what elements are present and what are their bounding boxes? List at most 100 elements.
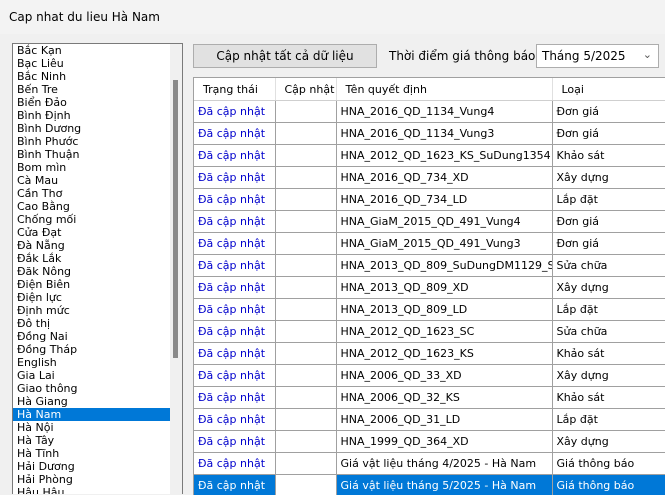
province-list-item[interactable]: Hải Dương — [13, 460, 182, 473]
status-cell[interactable]: Đã cập nhật — [194, 365, 275, 387]
decision-name-cell[interactable]: HNA_2016_QD_734_XD — [336, 167, 552, 189]
province-list[interactable]: Bắc KạnBạc LiêuBắc NinhBến TreBiển ĐảoBì… — [12, 43, 183, 494]
province-list-item[interactable]: Định mức — [13, 304, 182, 317]
type-cell[interactable]: Đơn giá — [552, 123, 665, 145]
type-cell[interactable]: Xây dựng — [552, 431, 665, 453]
status-cell[interactable]: Đã cập nhật — [194, 387, 275, 409]
table-row[interactable]: Đã cập nhậtHNA_2016_QD_1134_Vung4Đơn giá — [194, 101, 665, 123]
province-list-item[interactable]: Hà Giang — [13, 395, 182, 408]
update-cell[interactable] — [275, 233, 336, 255]
province-list-item[interactable]: Điện Biên — [13, 278, 182, 291]
type-cell[interactable]: Xây dựng — [552, 277, 665, 299]
province-list-item[interactable]: Hà Tĩnh — [13, 447, 182, 460]
province-list-item[interactable]: Gia Lai — [13, 369, 182, 382]
decision-name-cell[interactable]: HNA_1999_QD_364_XD — [336, 431, 552, 453]
province-list-item[interactable]: Giao thông — [13, 382, 182, 395]
table-row[interactable]: Đã cập nhậtHNA_2013_QD_809_LDLắp đặt — [194, 299, 665, 321]
update-cell[interactable] — [275, 453, 336, 475]
province-list-item[interactable]: Bình Thuận — [13, 148, 182, 161]
status-cell[interactable]: Đã cập nhật — [194, 211, 275, 233]
type-cell[interactable]: Đơn giá — [552, 211, 665, 233]
update-cell[interactable] — [275, 189, 336, 211]
province-list-item[interactable]: Đăk Nông — [13, 265, 182, 278]
update-cell[interactable] — [275, 101, 336, 123]
status-cell[interactable]: Đã cập nhật — [194, 431, 275, 453]
province-list-item[interactable]: Hà Tây — [13, 434, 182, 447]
update-cell[interactable] — [275, 277, 336, 299]
province-list-item[interactable]: Bến Tre — [13, 83, 182, 96]
column-header-update[interactable]: Cập nhật — [275, 78, 336, 101]
decision-name-cell[interactable]: HNA_2016_QD_1134_Vung3 — [336, 123, 552, 145]
type-cell[interactable]: Khảo sát — [552, 343, 665, 365]
province-list-item[interactable]: Hậu Hậu — [13, 486, 182, 494]
column-header-type[interactable]: Loại — [552, 78, 665, 101]
status-cell[interactable]: Đã cập nhật — [194, 409, 275, 431]
province-list-item[interactable]: Hà Nam — [13, 408, 182, 421]
decision-name-cell[interactable]: HNA_2013_QD_809_LD — [336, 299, 552, 321]
status-cell[interactable]: Đã cập nhật — [194, 299, 275, 321]
province-list-item[interactable]: Chống mối — [13, 213, 182, 226]
column-header-status[interactable]: Trạng thái — [194, 78, 275, 101]
decision-name-cell[interactable]: Giá vật liệu tháng 4/2025 - Hà Nam — [336, 453, 552, 475]
province-list-item[interactable]: Bình Phước — [13, 135, 182, 148]
update-cell[interactable] — [275, 167, 336, 189]
decision-name-cell[interactable]: HNA_2012_QD_1623_KS — [336, 343, 552, 365]
decision-name-cell[interactable]: HNA_2016_QD_734_LD — [336, 189, 552, 211]
type-cell[interactable]: Sửa chữa — [552, 255, 665, 277]
update-cell[interactable] — [275, 475, 336, 495]
status-cell[interactable]: Đã cập nhật — [194, 123, 275, 145]
status-cell[interactable]: Đã cập nhật — [194, 233, 275, 255]
type-cell[interactable]: Lắp đặt — [552, 189, 665, 211]
decision-name-cell[interactable]: HNA_2016_QD_1134_Vung4 — [336, 101, 552, 123]
province-list-item[interactable]: Đồng Nai — [13, 330, 182, 343]
province-list-item[interactable]: Bình Định — [13, 109, 182, 122]
table-row[interactable]: Đã cập nhậtHNA_2016_QD_734_XDXây dựng — [194, 167, 665, 189]
column-header-decision-name[interactable]: Tên quyết định — [336, 78, 552, 101]
decision-name-cell[interactable]: HNA_GiaM_2015_QD_491_Vung3 — [336, 233, 552, 255]
province-list-item[interactable]: Hà Nội — [13, 421, 182, 434]
status-cell[interactable]: Đã cập nhật — [194, 255, 275, 277]
status-cell[interactable]: Đã cập nhật — [194, 475, 275, 495]
decision-name-cell[interactable]: HNA_2006_QD_33_XD — [336, 365, 552, 387]
status-cell[interactable]: Đã cập nhật — [194, 145, 275, 167]
status-cell[interactable]: Đã cập nhật — [194, 101, 275, 123]
table-row[interactable]: Đã cập nhậtHNA_2012_QD_1623_SCSửa chữa — [194, 321, 665, 343]
update-cell[interactable] — [275, 387, 336, 409]
table-row[interactable]: Đã cập nhậtHNA_2006_QD_32_KSKhảo sát — [194, 387, 665, 409]
type-cell[interactable]: Lắp đặt — [552, 409, 665, 431]
update-cell[interactable] — [275, 365, 336, 387]
table-row[interactable]: Đã cập nhật HNA_1999_QD_364_XDXây dựng — [194, 431, 665, 453]
province-list-item[interactable]: Bắc Kạn — [13, 44, 182, 57]
decision-name-cell[interactable]: HNA_2006_QD_32_KS — [336, 387, 552, 409]
table-row[interactable]: Đã cập nhật HNA_2012_QD_1623_KSKhảo sát — [194, 343, 665, 365]
update-cell[interactable] — [275, 343, 336, 365]
province-list-item[interactable]: Đô thị — [13, 317, 182, 330]
province-list-item[interactable]: Đồng Tháp — [13, 343, 182, 356]
province-list-item[interactable]: Đắk Lắk — [13, 252, 182, 265]
update-all-button[interactable]: Cập nhật tất cả dữ liệu — [193, 44, 377, 68]
status-cell[interactable]: Đã cập nhật — [194, 343, 275, 365]
update-cell[interactable] — [275, 321, 336, 343]
province-list-item[interactable]: Bom mìn — [13, 161, 182, 174]
decision-name-cell[interactable]: HNA_2006_QD_31_LD — [336, 409, 552, 431]
table-row[interactable]: Đã cập nhậtGiá vật liệu tháng 5/2025 - H… — [194, 475, 665, 495]
decision-name-cell[interactable]: HNA_GiaM_2015_QD_491_Vung4 — [336, 211, 552, 233]
table-row[interactable]: Đã cập nhậtHNA_2006_QD_33_XDXây dựng — [194, 365, 665, 387]
status-cell[interactable]: Đã cập nhật — [194, 277, 275, 299]
table-row[interactable]: Đã cập nhật HNA_2012_QD_1623_KS_SuDung135… — [194, 145, 665, 167]
decision-name-cell[interactable]: HNA_2012_QD_1623_KS_SuDung1354 — [336, 145, 552, 167]
province-list-item[interactable]: English — [13, 356, 182, 369]
decision-name-cell[interactable]: HNA_2013_QD_809_XD — [336, 277, 552, 299]
update-cell[interactable] — [275, 409, 336, 431]
status-cell[interactable]: Đã cập nhật — [194, 189, 275, 211]
table-row[interactable]: Đã cập nhậtHNA_GiaM_2015_QD_491_Vung3Đơn… — [194, 233, 665, 255]
type-cell[interactable]: Giá thông báo — [552, 453, 665, 475]
type-cell[interactable]: Khảo sát — [552, 145, 665, 167]
province-list-item[interactable]: Hải Phòng — [13, 473, 182, 486]
type-cell[interactable]: Sửa chữa — [552, 321, 665, 343]
province-list-item[interactable]: Đà Nẵng — [13, 239, 182, 252]
update-cell[interactable] — [275, 255, 336, 277]
update-cell[interactable] — [275, 431, 336, 453]
province-list-item[interactable]: Bình Dương — [13, 122, 182, 135]
province-list-item[interactable]: Biển Đảo — [13, 96, 182, 109]
